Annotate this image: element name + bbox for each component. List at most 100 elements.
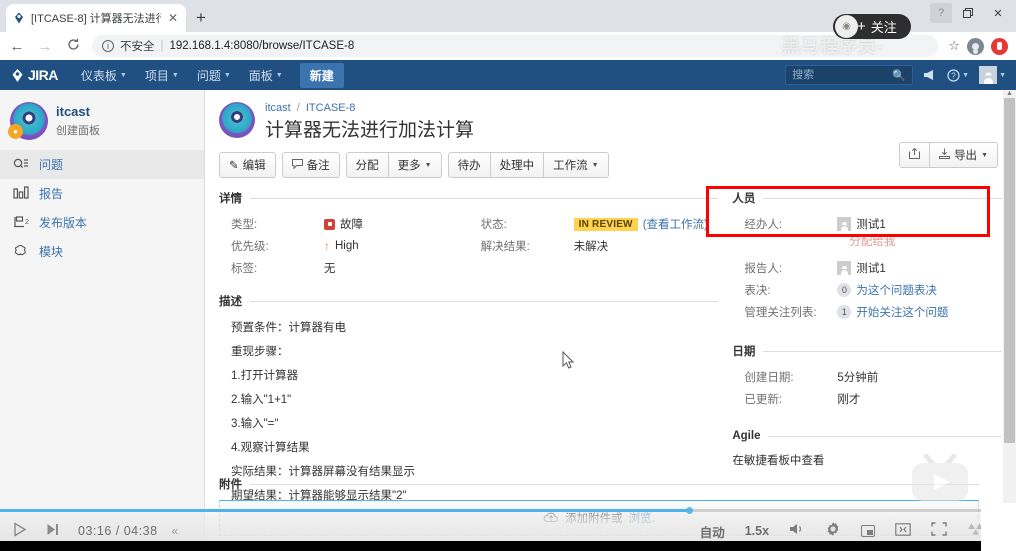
workflow-button[interactable]: 工作流 ▼ [544, 152, 609, 178]
updated-value: 刚才 [837, 394, 861, 406]
comment-button-label: 备注 [306, 160, 330, 172]
pencil-icon: ✎ [229, 160, 239, 172]
detail-resolution-row: 解决结果: 未解决 [469, 235, 719, 257]
issues-icon [12, 157, 30, 173]
status-label: 状态: [480, 219, 507, 231]
jira-search-box[interactable]: 🔍 [785, 65, 914, 85]
omnibox-actions: ☆ [948, 37, 1008, 55]
issue-action-bar: ✎ 编辑 备注 分配 更多 ▼ 待办 处理中 工作流 ▼ [205, 142, 1016, 178]
help-badge[interactable]: ? [930, 3, 952, 23]
resolution-label: 解决结果: [480, 241, 530, 253]
project-header[interactable]: ● itcast 创建面板 [0, 100, 204, 150]
issue-header: itcast / ITCASE-8 计算器无法进行加法计算 [205, 90, 1016, 142]
tab-close-icon[interactable]: ✕ [166, 11, 180, 25]
search-icon[interactable]: 🔍 [892, 69, 906, 82]
more-button-label: 更多 [397, 160, 421, 172]
breadcrumb-project[interactable]: itcast [265, 102, 291, 114]
edit-button[interactable]: ✎ 编辑 [219, 152, 276, 178]
avatar [979, 66, 998, 84]
create-board-link[interactable]: 创建面板 [56, 122, 100, 138]
priority-value: ↑ High [324, 235, 359, 257]
sidebar-item-components[interactable]: 模块 [0, 237, 204, 266]
sidebar-item-releases[interactable]: 2 发布版本 [0, 208, 204, 237]
detail-labels-row: 标签: 无 [219, 257, 469, 279]
play-button[interactable] [12, 521, 27, 541]
sidebar-item-label: 发布版本 [39, 216, 88, 230]
widescreen-icon[interactable] [895, 523, 911, 539]
status-badge: IN REVIEW [573, 217, 638, 231]
updated-row: 已更新: 刚才 [732, 388, 1002, 410]
view-workflow-link[interactable]: (查看工作流) [643, 216, 708, 232]
assign-button[interactable]: 分配 [345, 152, 389, 178]
export-button[interactable]: 导出 ▼ [930, 142, 998, 168]
playback-speed-selector[interactable]: 1.5x [745, 524, 769, 538]
new-tab-button[interactable]: + [196, 8, 206, 28]
player-time-separator: / [115, 524, 120, 538]
todo-button[interactable]: 待办 [447, 152, 491, 178]
nav-item-dashboards[interactable]: 仪表板 ▼ [72, 60, 136, 90]
browser-window: [ITCASE-8] 计算器无法进行加法计算 ✕ + ? ✕ ← → i 不安全… [0, 0, 1016, 551]
svg-text:2: 2 [25, 219, 29, 226]
reload-button[interactable] [64, 38, 82, 55]
reporter-label: 报告人: [744, 263, 783, 275]
player-total-time: 04:38 [123, 524, 158, 538]
plus-icon: + [857, 18, 866, 35]
user-menu[interactable]: ▼ [979, 66, 1006, 84]
issue-view: itcast / ITCASE-8 计算器无法进行加法计算 ✎ 编辑 备注 分配… [205, 90, 1016, 548]
sidebar-item-label: 问题 [39, 158, 64, 172]
nav-item-boards[interactable]: 面板 ▼ [240, 60, 292, 90]
app-body: ● itcast 创建面板 问题 报告 2 发布版本 模块 itcast / I… [0, 90, 1016, 548]
in-progress-button[interactable]: 处理中 [490, 152, 545, 178]
jira-logo[interactable]: JIRA [10, 67, 58, 83]
volume-icon[interactable] [789, 522, 805, 541]
avatar [837, 261, 852, 275]
reporter-row: 报告人: 测试1 [732, 257, 1002, 279]
search-input[interactable] [792, 69, 893, 81]
nav-item-label: 项目 [144, 68, 169, 83]
scrollbar-thumb[interactable] [1004, 98, 1015, 443]
browser-profile-avatar[interactable] [967, 37, 984, 55]
back-button[interactable]: ← [8, 38, 26, 55]
close-window-icon[interactable]: ✕ [984, 2, 1012, 24]
detail-status-row: 状态: IN REVIEW (查看工作流) [469, 213, 719, 235]
player-black-bar [0, 541, 1016, 551]
sidebar-item-issues[interactable]: 问题 [0, 150, 204, 179]
pip-icon[interactable] [861, 525, 876, 537]
follow-button[interactable]: ◉ + 关注 [833, 14, 911, 39]
share-button[interactable] [899, 142, 931, 168]
fullscreen-icon[interactable] [931, 521, 947, 541]
breadcrumb-issue-key[interactable]: ITCASE-8 [306, 102, 356, 114]
info-icon[interactable]: i [102, 40, 114, 52]
components-icon [12, 244, 30, 260]
watch-link[interactable]: 开始关注这个问题 [856, 304, 948, 320]
next-episode-button[interactable] [45, 522, 60, 541]
comment-button[interactable]: 备注 [281, 152, 340, 178]
create-issue-button[interactable]: 新建 [299, 62, 344, 88]
share-icon [909, 147, 921, 162]
page-scrollbar[interactable]: ▲ ▼ [1003, 90, 1016, 548]
type-label: 类型: [231, 219, 258, 231]
nav-item-projects[interactable]: 项目 ▼ [136, 60, 188, 90]
extension-icon[interactable] [991, 37, 1008, 55]
collapse-panel-button[interactable]: « [172, 524, 179, 538]
vote-link[interactable]: 为这个问题表决 [856, 282, 937, 298]
sidebar-item-reports[interactable]: 报告 [0, 179, 204, 208]
quality-selector[interactable]: 自动 [700, 522, 725, 541]
gear-icon[interactable] [825, 521, 841, 542]
announcement-icon[interactable] [923, 69, 937, 81]
watchers-row: 管理关注列表: 1 开始关注这个问题 [732, 301, 1002, 323]
description-line: 重现步骤： [231, 346, 289, 358]
jira-logo-text: JIRA [28, 67, 58, 83]
nav-item-label: 问题 [196, 68, 221, 83]
details-col-left: 类型: 故障 优先级: ↑ High 标签: 无 [219, 213, 469, 279]
browser-tab[interactable]: [ITCASE-8] 计算器无法进行加法计算 ✕ [6, 4, 186, 32]
edit-button-label: 编辑 [242, 160, 266, 172]
window-controls: ? ✕ [930, 2, 1012, 24]
bookmark-star-icon[interactable]: ☆ [948, 38, 960, 54]
nav-item-issues[interactable]: 问题 ▼ [188, 60, 240, 90]
help-icon[interactable]: ? ▼ [947, 68, 969, 82]
bug-icon [324, 218, 335, 230]
more-button[interactable]: 更多 ▼ [388, 152, 442, 178]
restore-window-icon[interactable] [954, 2, 982, 24]
forward-button[interactable]: → [36, 38, 54, 55]
